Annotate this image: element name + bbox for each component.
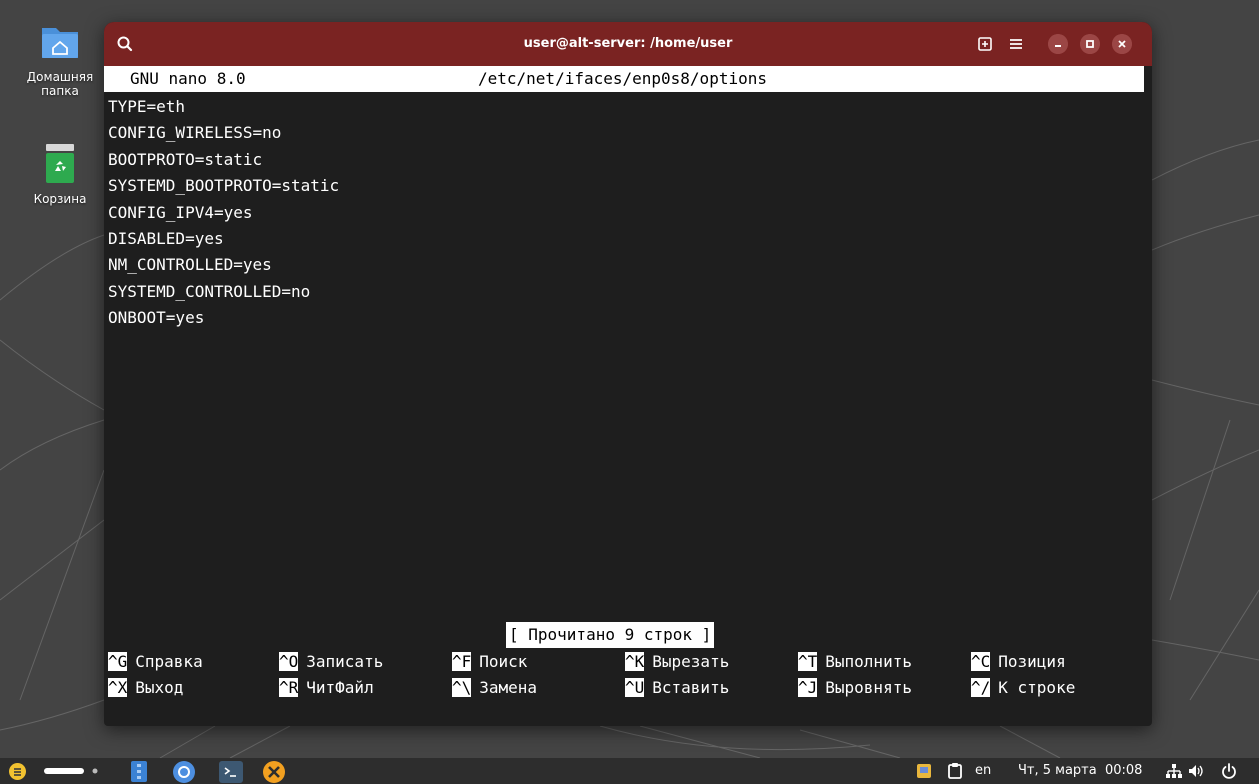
shortcut-replace[interactable]: ^\ Замена [452,675,537,701]
shortcut-key: ^X [108,678,128,697]
shortcut-label: Записать [306,652,384,671]
settings-icon[interactable] [262,760,286,784]
shortcut-execute[interactable]: ^T Выполнить [798,649,912,675]
clock[interactable]: Чт, 5 марта 00:08 [1018,758,1142,784]
shortcut-key: ^/ [971,678,991,697]
shortcut-location[interactable]: ^C Позиция [971,649,1066,675]
shortcut-label: Позиция [998,652,1066,671]
desktop-icon-label: Домашняя папка [26,70,94,98]
file-line[interactable]: TYPE=eth [108,94,339,120]
new-tab-icon[interactable] [974,33,996,55]
network-icon[interactable] [1166,764,1182,779]
terminal-area[interactable]: GNU nano 8.0 /etc/net/ifaces/enp0s8/opti… [104,66,1152,726]
search-icon[interactable] [114,33,136,55]
start-menu-icon[interactable] [9,763,26,780]
shortcut-label: Выход [135,678,184,697]
notes-icon[interactable] [917,764,931,778]
file-line[interactable]: SYSTEMD_CONTROLLED=no [108,279,339,305]
shortcut-exit[interactable]: ^X Выход [108,675,183,701]
file-line[interactable]: BOOTPROTO=static [108,147,339,173]
shortcut-key: ^R [279,678,299,697]
file-line[interactable]: CONFIG_IPV4=yes [108,200,339,226]
shortcut-label: Поиск [479,652,528,671]
file-manager-icon[interactable] [129,761,149,782]
shortcut-label: Вставить [652,678,730,697]
shortcut-label: Выполнить [825,652,912,671]
volume-icon[interactable] [1188,764,1204,778]
maximize-icon[interactable] [1080,34,1100,54]
status-message: [ Прочитано 9 строк ] [506,622,715,648]
minimize-icon[interactable] [1048,34,1068,54]
shortcut-paste[interactable]: ^U Вставить [625,675,729,701]
file-line[interactable]: NM_CONTROLLED=yes [108,252,339,278]
shortcut-key: ^C [971,652,991,671]
shortcut-label: Справка [135,652,203,671]
shortcut-label: К строке [998,678,1076,697]
terminal-window[interactable]: user@alt-server: /home/user GNU nano 8.0… [104,22,1152,726]
shortcut-help[interactable]: ^G Справка [108,649,203,675]
nano-filename: /etc/net/ifaces/enp0s8/options [478,69,767,88]
nano-header: GNU nano 8.0 /etc/net/ifaces/enp0s8/opti… [104,66,1144,92]
shortcut-key: ^J [798,678,818,697]
shortcut-key: ^K [625,652,645,671]
shortcut-key: ^O [279,652,299,671]
shortcut-key: ^T [798,652,818,671]
shortcut-cut[interactable]: ^K Вырезать [625,649,729,675]
shortcut-key: ^U [625,678,645,697]
home-folder-icon [42,28,78,58]
clipboard-icon[interactable] [948,763,962,779]
shortcut-go-to-line[interactable]: ^/ К строке [971,675,1075,701]
shortcut-read-file[interactable]: ^R ЧитФайл [279,675,374,701]
desktop-home-folder[interactable]: Домашняя папка [25,18,95,98]
taskbar: en Чт, 5 марта 00:08 [0,758,1259,784]
workspace-indicator-icon[interactable] [44,767,100,775]
shortcut-row: ^G Справка ^O Записать ^F Поиск ^K Вырезать … [108,649,1148,675]
shortcut-key: ^\ [452,678,472,697]
trash-icon [46,144,74,183]
file-line[interactable]: SYSTEMD_BOOTPROTO=static [108,173,339,199]
shortcut-label: ЧитФайл [306,678,374,697]
power-icon[interactable] [1221,763,1237,779]
close-icon[interactable] [1112,34,1132,54]
keyboard-layout[interactable]: en [975,758,991,784]
shortcut-label: Вырезать [652,652,730,671]
file-line[interactable]: ONBOOT=yes [108,305,339,331]
desktop-icon-label: Корзина [33,192,87,206]
shortcut-key: ^F [452,652,472,671]
shortcut-key: ^G [108,652,128,671]
shortcut-row: ^X Выход ^R ЧитФайл ^\ Замена ^U Вставить ^J… [108,675,1148,701]
terminal-icon[interactable] [219,761,243,783]
shortcut-search[interactable]: ^F Поиск [452,649,527,675]
shortcut-label: Выровнять [825,678,912,697]
file-line[interactable]: DISABLED=yes [108,226,339,252]
file-line[interactable]: CONFIG_WIRELESS=no [108,120,339,146]
menu-icon[interactable] [1005,33,1027,55]
file-content[interactable]: TYPE=eth CONFIG_WIRELESS=no BOOTPROTO=st… [108,94,339,332]
chromium-icon[interactable] [173,761,195,783]
desktop-trash[interactable]: Корзина [25,140,95,206]
shortcut-justify[interactable]: ^J Выровнять [798,675,912,701]
window-titlebar[interactable]: user@alt-server: /home/user [104,22,1152,66]
nano-version: GNU nano 8.0 [130,69,246,88]
shortcut-write[interactable]: ^O Записать [279,649,383,675]
shortcut-label: Замена [479,678,538,697]
